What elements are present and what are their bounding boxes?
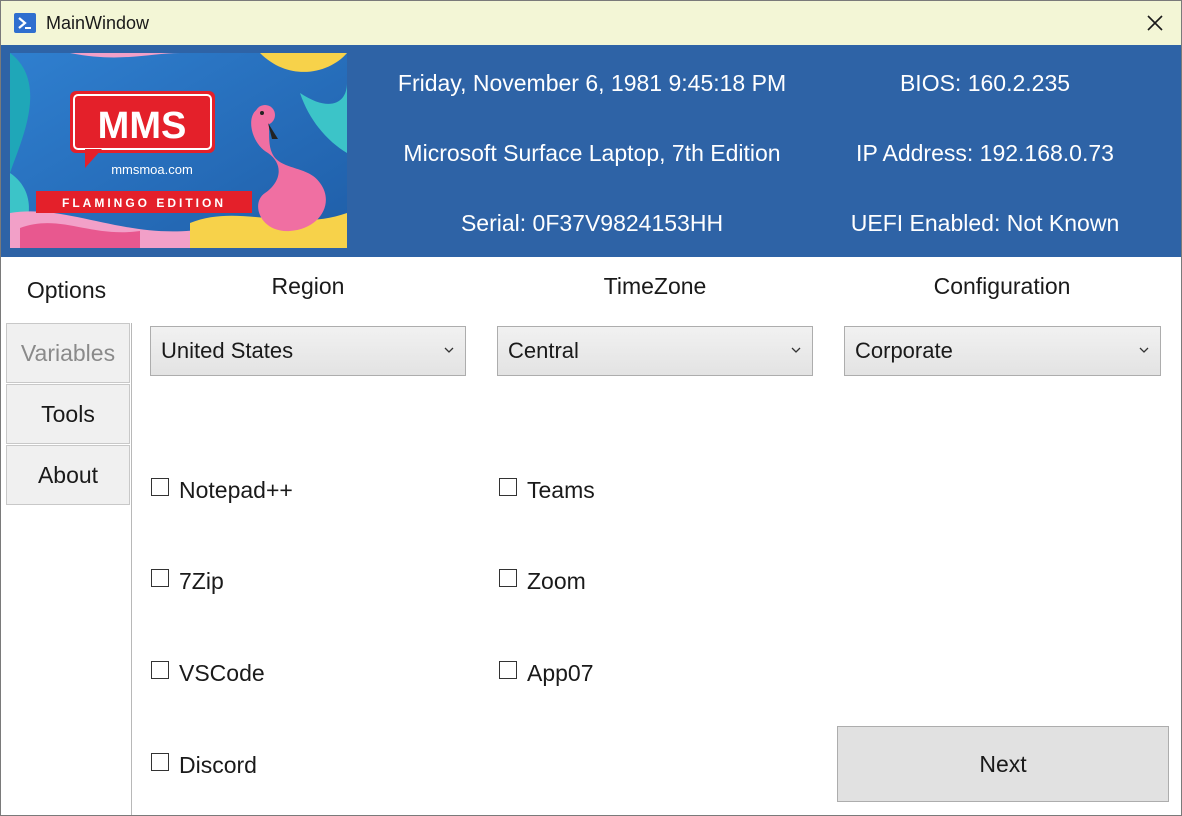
- checkbox-box[interactable]: [499, 660, 517, 679]
- system-info-header: MMS mmsmoa.com FLAMINGO EDITION Friday, …: [1, 45, 1181, 257]
- next-button[interactable]: Next: [837, 726, 1169, 802]
- mms-banner-image: MMS mmsmoa.com FLAMINGO EDITION: [10, 53, 347, 248]
- configuration-dropdown[interactable]: Corporate: [844, 326, 1161, 376]
- region-value: United States: [161, 338, 294, 363]
- checkbox-label: Zoom: [527, 568, 586, 594]
- tab-about[interactable]: About: [6, 445, 130, 505]
- region-dropdown[interactable]: United States: [150, 326, 466, 376]
- checkbox-zoom[interactable]: Zoom: [499, 568, 586, 595]
- tab-variables[interactable]: Variables: [6, 323, 130, 383]
- checkbox-label: App07: [527, 660, 594, 686]
- checkbox-notepadpp[interactable]: Notepad++: [151, 477, 293, 504]
- tab-tools[interactable]: Tools: [6, 384, 130, 444]
- device-model-text: Microsoft Surface Laptop, 7th Edition: [403, 140, 781, 166]
- ip-address-text: IP Address: 192.168.0.73: [856, 140, 1114, 166]
- powershell-icon: [14, 12, 36, 34]
- checkbox-label: Teams: [527, 477, 595, 503]
- checkbox-box[interactable]: [151, 752, 169, 771]
- configuration-label: Configuration: [933, 273, 1071, 299]
- title-bar: MainWindow: [1, 1, 1181, 45]
- configuration-value: Corporate: [855, 338, 953, 363]
- chevron-down-icon: [791, 347, 801, 353]
- checkbox-box[interactable]: [499, 477, 517, 496]
- banner-logo-text: MMS: [98, 105, 187, 147]
- banner-edition-text: FLAMINGO EDITION: [62, 196, 226, 210]
- checkbox-app07[interactable]: App07: [499, 660, 594, 687]
- checkbox-label: Discord: [179, 752, 257, 778]
- tab-strip: Options Variables Tools About: [1, 257, 132, 815]
- chevron-down-icon: [1139, 347, 1149, 353]
- chevron-down-icon: [444, 347, 454, 353]
- banner-site-text: mmsmoa.com: [111, 162, 193, 177]
- checkbox-box[interactable]: [499, 568, 517, 587]
- window-title: MainWindow: [46, 13, 150, 33]
- close-icon: [1147, 15, 1163, 31]
- checkbox-vscode[interactable]: VSCode: [151, 660, 265, 687]
- bios-text: BIOS: 160.2.235: [899, 70, 1071, 96]
- main-window: MainWindow MMS mmsmoa.com FLAMINGO EDITI…: [0, 0, 1182, 816]
- tab-options[interactable]: Options: [1, 257, 132, 323]
- timezone-value: Central: [508, 338, 579, 363]
- checkbox-teams[interactable]: Teams: [499, 477, 595, 504]
- checkbox-box[interactable]: [151, 660, 169, 679]
- close-button[interactable]: [1129, 1, 1181, 45]
- checkbox-box[interactable]: [151, 477, 169, 496]
- checkbox-label: 7Zip: [179, 568, 224, 594]
- checkbox-label: VSCode: [179, 660, 265, 686]
- checkbox-discord[interactable]: Discord: [151, 752, 257, 779]
- datetime-text: Friday, November 6, 1981 9:45:18 PM: [397, 70, 787, 96]
- region-label: Region: [271, 273, 345, 299]
- checkbox-7zip[interactable]: 7Zip: [151, 568, 224, 595]
- serial-text: Serial: 0F37V9824153HH: [460, 210, 724, 236]
- uefi-text: UEFI Enabled: Not Known: [850, 210, 1120, 236]
- timezone-dropdown[interactable]: Central: [497, 326, 813, 376]
- timezone-label: TimeZone: [603, 273, 707, 299]
- checkbox-label: Notepad++: [179, 477, 293, 503]
- checkbox-box[interactable]: [151, 568, 169, 587]
